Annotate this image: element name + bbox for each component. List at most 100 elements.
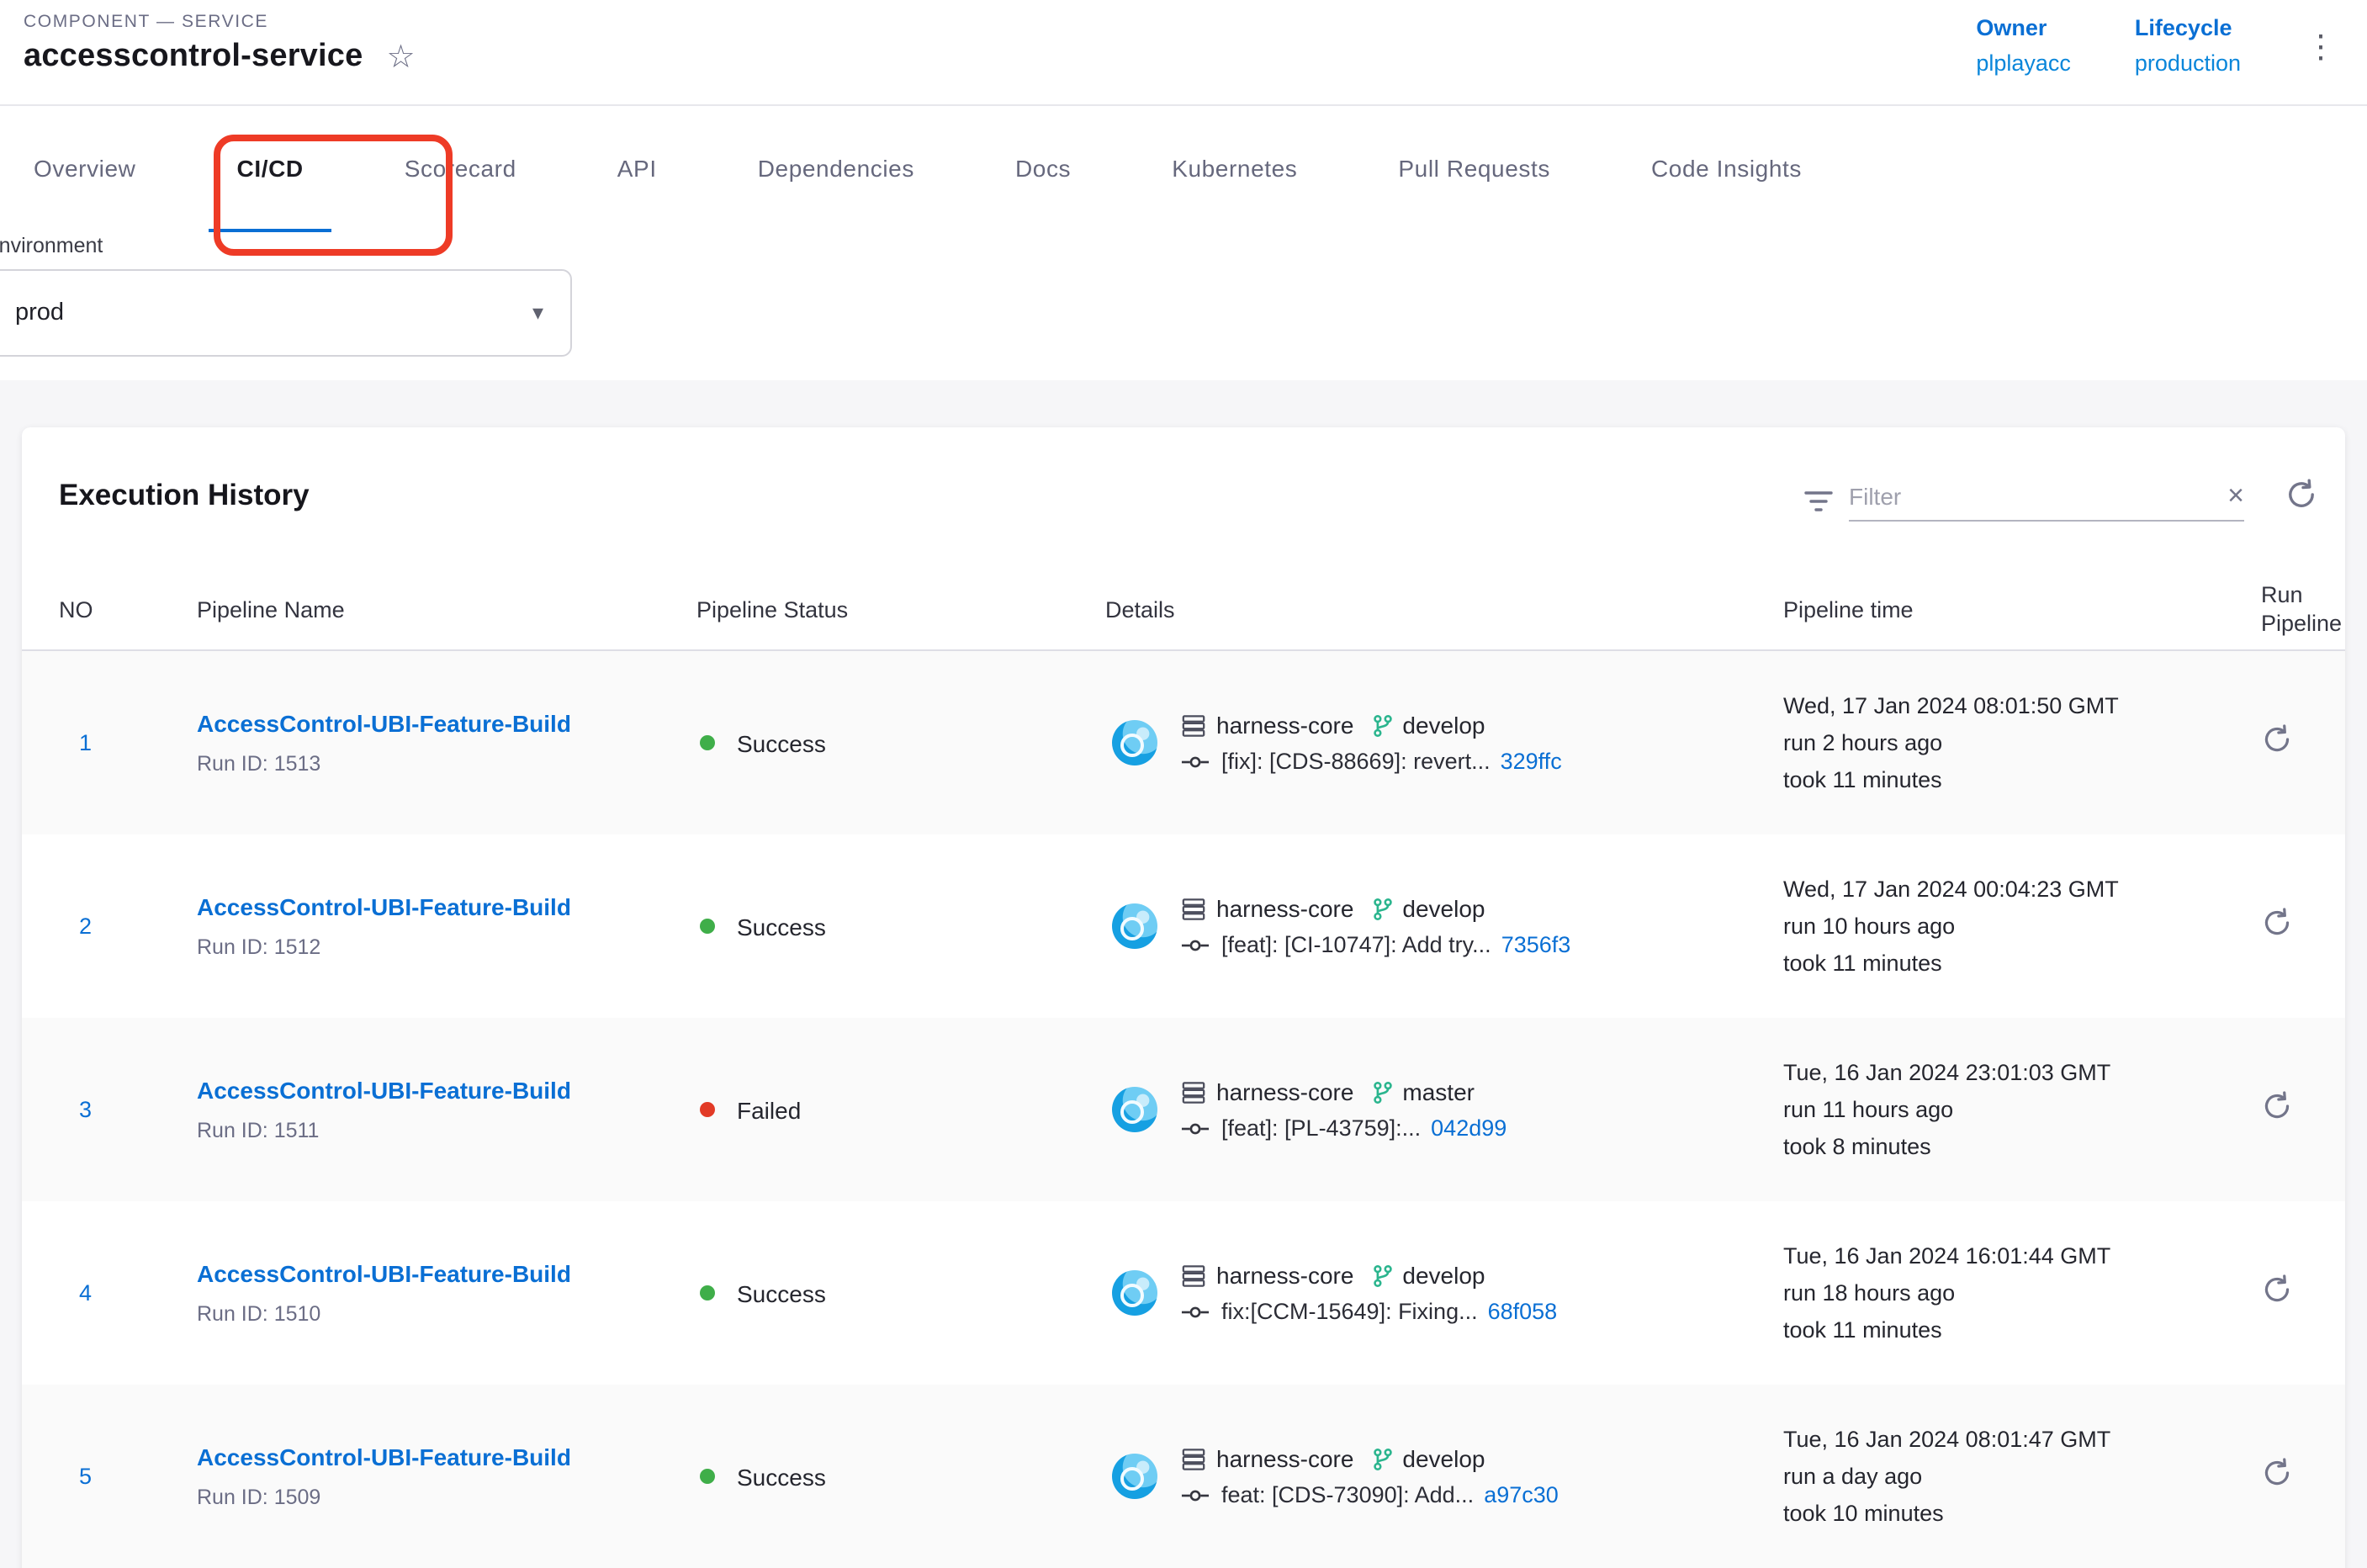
pipeline-time-ago: run a day ago bbox=[1783, 1458, 2237, 1495]
git-branch-icon bbox=[1370, 712, 1394, 738]
pipeline-name-link[interactable]: AccessControl-UBI-Feature-Build bbox=[197, 1077, 571, 1104]
environment-select[interactable]: prod ▾ bbox=[0, 269, 572, 357]
git-commit-icon bbox=[1181, 935, 1210, 955]
commit-message: [feat]: [PL-43759]:... bbox=[1221, 1115, 1421, 1141]
tab-label: Overview bbox=[34, 154, 136, 181]
commit-hash-link[interactable]: 329ffc bbox=[1501, 749, 1562, 774]
pipeline-time-duration: took 11 minutes bbox=[1783, 761, 2237, 798]
col-header-pipeline-status: Pipeline Status bbox=[696, 596, 1105, 622]
run-id: Run ID: 1509 bbox=[197, 1486, 696, 1509]
run-id: Run ID: 1512 bbox=[197, 935, 696, 959]
run-pipeline-button[interactable] bbox=[2261, 1456, 2293, 1488]
pipeline-name-link[interactable]: AccessControl-UBI-Feature-Build bbox=[197, 893, 571, 920]
pipeline-time-date: Tue, 16 Jan 2024 23:01:03 GMT bbox=[1783, 1054, 2237, 1091]
pipeline-execution-icon[interactable] bbox=[1112, 1454, 1157, 1499]
tab[interactable]: Kubernetes bbox=[1143, 106, 1326, 232]
table-row: 3 AccessControl-UBI-Feature-Build Run ID… bbox=[22, 1018, 2345, 1201]
commit-hash-link[interactable]: a97c30 bbox=[1484, 1482, 1559, 1507]
environment-section: Environment prod ▾ bbox=[0, 232, 2367, 380]
pipeline-time-date: Wed, 17 Jan 2024 08:01:50 GMT bbox=[1783, 687, 2237, 724]
lifecycle-label: Lifecycle bbox=[2135, 15, 2241, 40]
tab[interactable]: Pull Requests bbox=[1369, 106, 1579, 232]
status-dot-icon bbox=[700, 1285, 715, 1300]
pipeline-time-duration: took 8 minutes bbox=[1783, 1128, 2237, 1165]
table-header: NO Pipeline Name Pipeline Status Details… bbox=[22, 569, 2345, 651]
commit-hash-link[interactable]: 68f058 bbox=[1488, 1299, 1558, 1324]
git-commit-icon bbox=[1181, 1301, 1210, 1322]
page: COMPONENT — SERVICE accesscontrol-servic… bbox=[0, 0, 2367, 1568]
commit-hash-link[interactable]: 7356f3 bbox=[1501, 932, 1571, 957]
pipeline-execution-icon[interactable] bbox=[1112, 903, 1157, 949]
lifecycle-link[interactable]: production bbox=[2135, 50, 2241, 76]
tab[interactable]: Scorecard bbox=[376, 106, 545, 232]
tab-bar: Overview CI/CD Scorecard API Dependencie… bbox=[0, 106, 2367, 232]
refresh-icon[interactable] bbox=[2285, 478, 2318, 511]
commit-message: feat: [CDS-73090]: Add... bbox=[1221, 1482, 1474, 1507]
run-pipeline-button[interactable] bbox=[2261, 906, 2293, 938]
tab[interactable]: CI/CD bbox=[209, 106, 332, 232]
table-row: 2 AccessControl-UBI-Feature-Build Run ID… bbox=[22, 834, 2345, 1018]
pipeline-name-link[interactable]: AccessControl-UBI-Feature-Build bbox=[197, 1444, 571, 1470]
repository-icon bbox=[1181, 1263, 1206, 1288]
pipeline-time-duration: took 10 minutes bbox=[1783, 1495, 2237, 1532]
row-number: 4 bbox=[59, 1280, 197, 1306]
repo-name: harness-core bbox=[1216, 712, 1353, 739]
pipeline-name-link[interactable]: AccessControl-UBI-Feature-Build bbox=[197, 710, 571, 737]
owner-block: Owner plplayacc bbox=[1976, 15, 2071, 104]
git-branch-icon bbox=[1370, 1263, 1394, 1288]
more-options-icon[interactable]: ⋮ bbox=[2305, 32, 2337, 104]
section-title: Execution History bbox=[59, 478, 310, 513]
run-id: Run ID: 1510 bbox=[197, 1302, 696, 1326]
tab[interactable]: Code Insights bbox=[1623, 106, 1830, 232]
owner-link[interactable]: plplayacc bbox=[1976, 50, 2071, 76]
run-pipeline-button[interactable] bbox=[2261, 723, 2293, 755]
git-commit-icon bbox=[1181, 1118, 1210, 1138]
status-label: Failed bbox=[737, 1096, 801, 1123]
favorite-star-icon[interactable]: ☆ bbox=[386, 41, 415, 73]
tab[interactable]: Dependencies bbox=[729, 106, 943, 232]
execution-history-card: Execution History × NO Pipeline Name Pip… bbox=[22, 427, 2345, 1568]
tab[interactable]: API bbox=[589, 106, 686, 232]
col-header-details: Details bbox=[1105, 596, 1783, 622]
repository-icon bbox=[1181, 712, 1206, 738]
owner-label: Owner bbox=[1976, 15, 2071, 40]
tab-label: Docs bbox=[1015, 154, 1071, 181]
tab[interactable]: Docs bbox=[987, 106, 1099, 232]
repository-icon bbox=[1181, 896, 1206, 921]
tab[interactable]: Overview bbox=[5, 106, 165, 232]
tab-label: Pull Requests bbox=[1398, 154, 1550, 181]
branch-name: master bbox=[1402, 1078, 1475, 1105]
commit-message: fix:[CCM-15649]: Fixing... bbox=[1221, 1299, 1478, 1324]
row-number: 5 bbox=[59, 1464, 197, 1489]
tab-label: Kubernetes bbox=[1172, 154, 1297, 181]
clear-filter-icon[interactable]: × bbox=[2227, 481, 2244, 510]
pipeline-time-ago: run 10 hours ago bbox=[1783, 908, 2237, 945]
entity-header: COMPONENT — SERVICE accesscontrol-servic… bbox=[0, 0, 2367, 106]
filter-input[interactable] bbox=[1849, 482, 2217, 509]
entity-header-left: COMPONENT — SERVICE accesscontrol-servic… bbox=[24, 12, 416, 104]
col-header-pipeline-name: Pipeline Name bbox=[197, 596, 696, 622]
status-dot-icon bbox=[700, 735, 715, 750]
status-dot-icon bbox=[700, 919, 715, 934]
pipeline-execution-icon[interactable] bbox=[1112, 1270, 1157, 1316]
pipeline-execution-icon[interactable] bbox=[1112, 1087, 1157, 1132]
run-pipeline-button[interactable] bbox=[2261, 1273, 2293, 1305]
status-label: Success bbox=[737, 913, 826, 940]
commit-hash-link[interactable]: 042d99 bbox=[1431, 1115, 1507, 1141]
git-branch-icon bbox=[1370, 1079, 1394, 1104]
entity-kind-label: COMPONENT — SERVICE bbox=[24, 12, 416, 32]
commit-message: [feat]: [CI-10747]: Add try... bbox=[1221, 932, 1491, 957]
card-header: Execution History × bbox=[22, 427, 2345, 569]
page-title: accesscontrol-service bbox=[24, 39, 363, 76]
pipeline-execution-icon[interactable] bbox=[1112, 720, 1157, 765]
repository-icon bbox=[1181, 1079, 1206, 1104]
status-label: Success bbox=[737, 1279, 826, 1306]
filter-control: × bbox=[1803, 481, 2244, 522]
col-header-pipeline-time: Pipeline time bbox=[1783, 596, 2237, 622]
run-pipeline-button[interactable] bbox=[2261, 1089, 2293, 1121]
pipeline-name-link[interactable]: AccessControl-UBI-Feature-Build bbox=[197, 1260, 571, 1287]
pipeline-time-date: Wed, 17 Jan 2024 00:04:23 GMT bbox=[1783, 871, 2237, 908]
pipeline-time-ago: run 18 hours ago bbox=[1783, 1274, 2237, 1311]
branch-name: develop bbox=[1402, 1445, 1485, 1472]
status-dot-icon bbox=[700, 1102, 715, 1117]
